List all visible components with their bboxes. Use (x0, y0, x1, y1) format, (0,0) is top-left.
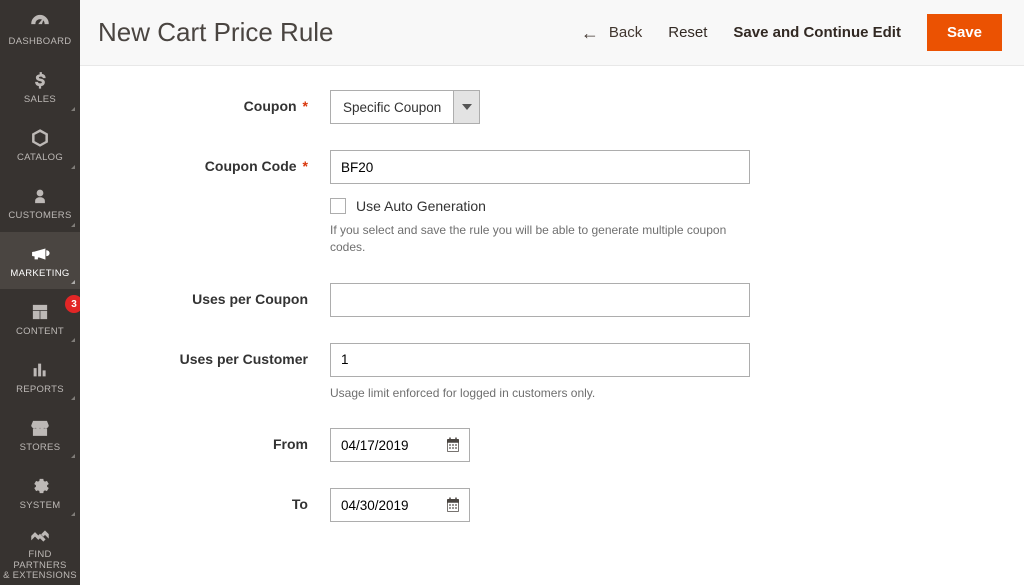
form-area: Coupon * Specific Coupon Coupon Code * (80, 66, 1024, 585)
submenu-caret-icon (71, 165, 75, 169)
submenu-caret-icon (71, 512, 75, 516)
megaphone-icon (29, 243, 51, 265)
coupon-label: Coupon * (80, 90, 330, 114)
nav-label: DASHBOARD (9, 37, 72, 48)
save-button[interactable]: Save (927, 14, 1002, 51)
chevron-down-icon (453, 91, 479, 123)
uses-per-customer-hint: Usage limit enforced for logged in custo… (330, 385, 750, 402)
nav-label: FIND PARTNERS & EXTENSIONS (2, 550, 78, 583)
store-icon (29, 417, 51, 439)
nav-label: CATALOG (17, 153, 63, 164)
to-label: To (80, 488, 330, 512)
nav-label: CONTENT (16, 327, 64, 338)
top-actions: ← Back Reset Save and Continue Edit Save (581, 14, 1002, 51)
page-title: New Cart Price Rule (98, 17, 334, 48)
admin-sidebar: DASHBOARD SALES CATALOG CUSTOMERS MARKET… (0, 0, 80, 585)
save-continue-button[interactable]: Save and Continue Edit (733, 24, 901, 41)
auto-generation-hint: If you select and save the rule you will… (330, 222, 750, 257)
calendar-icon[interactable] (442, 494, 464, 516)
nav-find-partners[interactable]: FIND PARTNERS & EXTENSIONS (0, 521, 80, 585)
coupon-select-value: Specific Coupon (331, 91, 453, 123)
dollar-icon (29, 69, 51, 91)
coupon-code-input[interactable] (330, 150, 750, 184)
auto-generation-checkbox[interactable] (330, 198, 346, 214)
submenu-caret-icon (71, 280, 75, 284)
back-button[interactable]: ← Back (581, 24, 642, 42)
layout-icon (29, 301, 51, 323)
reset-button[interactable]: Reset (668, 24, 707, 41)
nav-dashboard[interactable]: DASHBOARD (0, 0, 80, 58)
nav-system[interactable]: SYSTEM (0, 463, 80, 521)
top-bar: New Cart Price Rule ← Back Reset Save an… (80, 0, 1024, 66)
nav-label: CUSTOMERS (8, 211, 71, 222)
nav-customers[interactable]: CUSTOMERS (0, 174, 80, 232)
nav-label: REPORTS (16, 385, 64, 396)
main-panel: New Cart Price Rule ← Back Reset Save an… (80, 0, 1024, 585)
box-icon (29, 127, 51, 149)
nav-label: MARKETING (10, 269, 69, 280)
gauge-icon (29, 11, 51, 33)
label-text: Coupon Code (205, 158, 297, 174)
uses-per-coupon-label: Uses per Coupon (80, 283, 330, 307)
submenu-caret-icon (71, 223, 75, 227)
submenu-caret-icon (71, 396, 75, 400)
back-label: Back (609, 24, 642, 41)
coupon-code-label: Coupon Code * (80, 150, 330, 174)
label-text: Coupon (244, 98, 297, 114)
person-icon (29, 185, 51, 207)
from-label: From (80, 428, 330, 452)
uses-per-coupon-input[interactable] (330, 283, 750, 317)
nav-catalog[interactable]: CATALOG (0, 116, 80, 174)
required-star-icon: * (303, 98, 308, 114)
auto-generation-label: Use Auto Generation (356, 198, 486, 214)
nav-label: SALES (24, 95, 56, 106)
calendar-icon[interactable] (442, 434, 464, 456)
nav-reports[interactable]: REPORTS (0, 347, 80, 405)
handshake-icon (29, 526, 51, 546)
nav-marketing[interactable]: MARKETING (0, 232, 80, 290)
submenu-caret-icon (71, 338, 75, 342)
uses-per-customer-input[interactable] (330, 343, 750, 377)
arrow-left-icon: ← (581, 24, 599, 42)
nav-label: SYSTEM (20, 501, 61, 512)
nav-content[interactable]: CONTENT 3 (0, 289, 80, 347)
submenu-caret-icon (71, 107, 75, 111)
bar-chart-icon (29, 359, 51, 381)
gear-icon (29, 475, 51, 497)
coupon-select[interactable]: Specific Coupon (330, 90, 480, 124)
submenu-caret-icon (71, 454, 75, 458)
nav-stores[interactable]: STORES (0, 405, 80, 463)
uses-per-customer-label: Uses per Customer (80, 343, 330, 367)
nav-label: STORES (20, 443, 61, 454)
nav-sales[interactable]: SALES (0, 58, 80, 116)
notification-badge: 3 (65, 295, 80, 313)
required-star-icon: * (303, 158, 308, 174)
